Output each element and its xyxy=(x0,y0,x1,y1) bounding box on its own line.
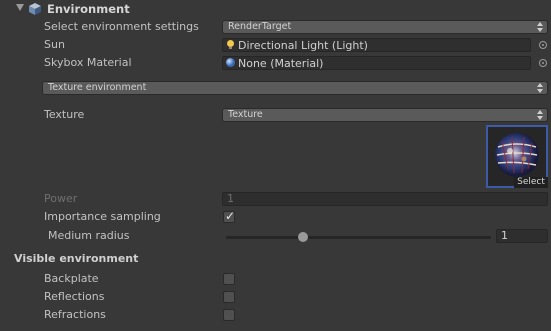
select-env-label: Select environment settings xyxy=(44,20,199,33)
refractions-checkbox[interactable] xyxy=(223,309,235,321)
environment-cube-icon xyxy=(29,3,41,15)
sun-object-value: Directional Light (Light) xyxy=(238,39,368,52)
backplate-label: Backplate xyxy=(44,272,99,285)
object-picker-icon[interactable] xyxy=(539,41,547,49)
section-header-environment[interactable]: Environment xyxy=(0,0,551,18)
dropdown-arrows-icon xyxy=(537,22,543,32)
checkmark-icon: ✓ xyxy=(225,209,236,223)
medium-radius-slider-handle[interactable] xyxy=(297,232,308,242)
medium-radius-field[interactable]: 1 xyxy=(496,229,548,243)
texture-select-button[interactable]: Select xyxy=(514,177,548,188)
select-env-dropdown[interactable]: RenderTarget xyxy=(222,20,548,34)
environment-mode-dropdown[interactable]: Texture environment xyxy=(42,81,548,95)
dropdown-arrows-icon xyxy=(537,110,543,120)
sun-object-field[interactable]: Directional Light (Light) xyxy=(222,38,531,52)
reflections-label: Reflections xyxy=(44,290,105,303)
skybox-label: Skybox Material xyxy=(44,56,132,69)
skybox-object-field[interactable]: None (Material) xyxy=(222,56,531,70)
importance-sampling-checkbox[interactable]: ✓ xyxy=(223,209,236,223)
backplate-checkbox[interactable] xyxy=(223,273,235,285)
sun-label: Sun xyxy=(44,38,65,51)
environment-mode-value: Texture environment xyxy=(48,82,147,93)
medium-radius-slider-track[interactable] xyxy=(226,236,491,239)
select-env-value: RenderTarget xyxy=(228,21,292,32)
foldout-arrow-icon[interactable] xyxy=(16,4,24,11)
section-title-visible-environment: Visible environment xyxy=(14,252,139,265)
dropdown-arrows-icon xyxy=(537,83,543,93)
skybox-object-value: None (Material) xyxy=(238,57,324,70)
texture-label: Texture xyxy=(44,108,85,121)
texture-type-value: Texture xyxy=(228,109,263,120)
power-label: Power xyxy=(44,192,78,205)
section-title-environment: Environment xyxy=(47,2,130,16)
importance-sampling-label: Importance sampling xyxy=(44,210,161,223)
power-field: 1 xyxy=(222,192,548,206)
medium-radius-label: Medium radius xyxy=(48,229,130,242)
refractions-label: Refractions xyxy=(44,308,106,321)
reflections-checkbox[interactable] xyxy=(223,291,235,303)
texture-type-dropdown[interactable]: Texture xyxy=(222,108,548,122)
material-sphere-icon xyxy=(226,58,235,67)
light-bulb-icon xyxy=(227,40,234,49)
object-picker-icon[interactable] xyxy=(539,59,547,67)
